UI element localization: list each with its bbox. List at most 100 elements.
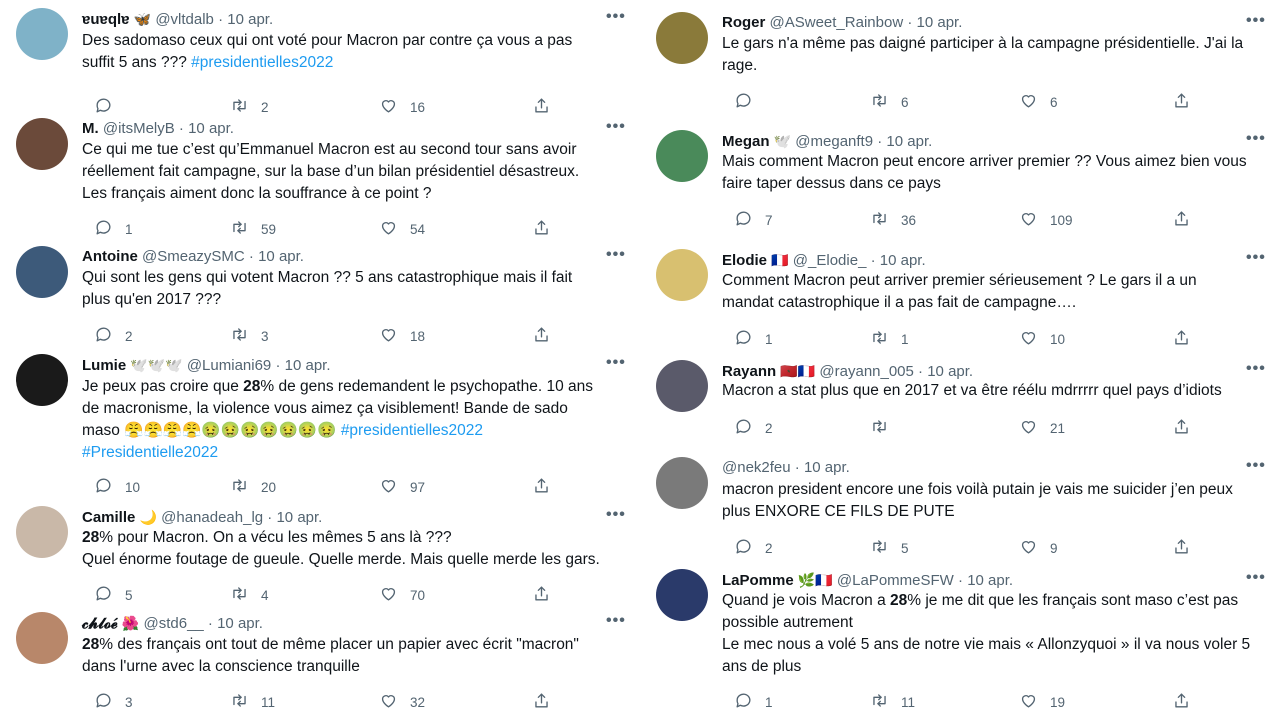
like-button[interactable]: 54 (367, 219, 425, 239)
more-options-icon[interactable]: ••• (1246, 457, 1266, 475)
like-button[interactable]: 16 (367, 97, 425, 117)
more-options-icon[interactable]: ••• (606, 612, 626, 630)
avatar[interactable] (656, 130, 708, 182)
share-button[interactable] (1160, 418, 1191, 438)
more-options-icon[interactable]: ••• (606, 118, 626, 136)
display-name[interactable]: Camille (82, 509, 135, 526)
reply-button[interactable]: 10 (82, 477, 140, 497)
display-name[interactable]: M. (82, 120, 99, 137)
like-button[interactable]: 9 (1007, 538, 1058, 558)
hashtag-link[interactable]: #presidentielles2022 (341, 422, 483, 439)
avatar[interactable] (16, 506, 68, 558)
avatar[interactable] (656, 569, 708, 621)
user-handle[interactable]: @std6__ (143, 615, 203, 632)
share-button[interactable] (1160, 692, 1191, 712)
user-handle[interactable]: @vltdalb (155, 11, 214, 28)
share-button[interactable] (520, 477, 551, 497)
retweet-button[interactable]: 59 (218, 219, 276, 239)
more-options-icon[interactable]: ••• (606, 246, 626, 264)
reply-button[interactable]: 3 (82, 692, 133, 712)
hashtag-link[interactable]: #Presidentielle2022 (82, 444, 218, 461)
more-options-icon[interactable]: ••• (1246, 249, 1266, 267)
reply-button[interactable]: 7 (722, 210, 773, 230)
more-options-icon[interactable]: ••• (606, 354, 626, 372)
user-handle[interactable]: @hanadeah_lg (161, 509, 263, 526)
share-button[interactable] (1160, 538, 1191, 558)
like-button[interactable]: 97 (367, 477, 425, 497)
reply-button[interactable] (82, 97, 125, 117)
display-name[interactable]: Antoine (82, 248, 138, 265)
tweet-date[interactable]: 10 apr. (188, 120, 234, 137)
reply-button[interactable]: 2 (722, 538, 773, 558)
like-button[interactable]: 18 (367, 326, 425, 346)
more-options-icon[interactable]: ••• (606, 8, 626, 26)
avatar[interactable] (16, 246, 68, 298)
avatar[interactable] (16, 354, 68, 406)
share-button[interactable] (520, 97, 551, 117)
retweet-button[interactable]: 6 (858, 92, 909, 112)
retweet-button[interactable]: 1 (858, 329, 909, 349)
user-handle[interactable]: @meganft9 (795, 133, 873, 150)
more-options-icon[interactable]: ••• (1246, 12, 1266, 30)
reply-button[interactable]: 2 (82, 326, 133, 346)
user-handle[interactable]: @rayann_005 (819, 363, 913, 380)
reply-button[interactable] (722, 92, 765, 112)
like-button[interactable]: 70 (367, 585, 425, 605)
reply-button[interactable]: 5 (82, 585, 133, 605)
like-button[interactable]: 19 (1007, 692, 1065, 712)
more-options-icon[interactable]: ••• (1246, 130, 1266, 148)
display-name[interactable]: Elodie (722, 252, 767, 269)
tweet-date[interactable]: 10 apr. (804, 459, 850, 476)
tweet-date[interactable]: 10 apr. (276, 509, 322, 526)
tweet-date[interactable]: 10 apr. (917, 14, 963, 31)
avatar[interactable] (16, 8, 68, 60)
avatar[interactable] (656, 360, 708, 412)
tweet-date[interactable]: 10 apr. (927, 363, 973, 380)
share-button[interactable] (1160, 329, 1191, 349)
display-name[interactable]: Rayann (722, 363, 776, 380)
tweet-date[interactable]: 10 apr. (217, 615, 263, 632)
user-handle[interactable]: @Lumiani69 (187, 357, 271, 374)
retweet-button[interactable]: 2 (218, 97, 269, 117)
share-button[interactable] (520, 219, 551, 239)
display-name[interactable]: ɐuɐqlɐ (82, 11, 130, 28)
tweet-date[interactable]: 10 apr. (258, 248, 304, 265)
user-handle[interactable]: @LaPommeSFW (837, 572, 954, 589)
retweet-button[interactable]: 11 (858, 692, 915, 712)
more-options-icon[interactable]: ••• (606, 506, 626, 524)
display-name[interactable]: Lumie (82, 357, 126, 374)
hashtag-link[interactable]: #presidentielles2022 (191, 54, 333, 71)
display-name[interactable]: LaPomme (722, 572, 794, 589)
retweet-button[interactable]: 5 (858, 538, 909, 558)
avatar[interactable] (16, 612, 68, 664)
user-handle[interactable]: @SmeazySMC (142, 248, 245, 265)
like-button[interactable]: 6 (1007, 92, 1058, 112)
tweet-date[interactable]: 10 apr. (285, 357, 331, 374)
share-button[interactable] (1160, 210, 1191, 230)
retweet-button[interactable]: 20 (218, 477, 276, 497)
like-button[interactable]: 10 (1007, 329, 1065, 349)
retweet-button[interactable]: 36 (858, 210, 916, 230)
share-button[interactable] (520, 326, 551, 346)
reply-button[interactable]: 1 (82, 219, 133, 239)
user-handle[interactable]: @nek2feu (722, 459, 791, 476)
tweet-date[interactable]: 10 apr. (967, 572, 1013, 589)
avatar[interactable] (656, 249, 708, 301)
share-button[interactable] (520, 692, 551, 712)
display-name[interactable]: 𝓬𝓱𝓵𝓸𝓮́ (82, 615, 118, 632)
retweet-button[interactable]: 4 (218, 585, 269, 605)
reply-button[interactable]: 1 (722, 692, 773, 712)
more-options-icon[interactable]: ••• (1246, 360, 1266, 378)
more-options-icon[interactable]: ••• (1246, 569, 1266, 587)
like-button[interactable]: 21 (1007, 418, 1065, 438)
tweet-date[interactable]: 10 apr. (880, 252, 926, 269)
reply-button[interactable]: 1 (722, 329, 773, 349)
retweet-button[interactable] (858, 418, 901, 438)
avatar[interactable] (656, 457, 708, 509)
avatar[interactable] (16, 118, 68, 170)
like-button[interactable]: 109 (1007, 210, 1073, 230)
like-button[interactable]: 32 (367, 692, 425, 712)
user-handle[interactable]: @itsMelyB (103, 120, 175, 137)
display-name[interactable]: Megan (722, 133, 770, 150)
retweet-button[interactable]: 11 (218, 692, 275, 712)
